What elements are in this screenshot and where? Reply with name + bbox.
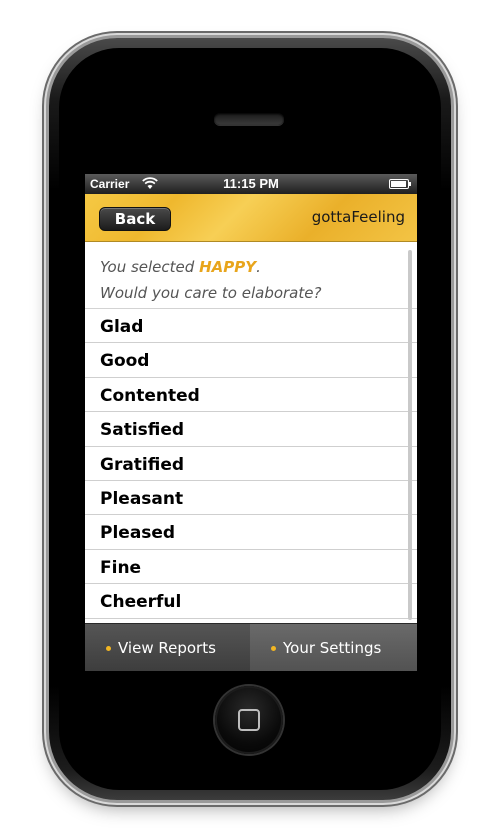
tab-view-reports[interactable]: View Reports — [85, 624, 250, 671]
app-title: gottaFeeling — [311, 208, 405, 226]
list-item-gratified[interactable]: Gratified — [85, 447, 417, 481]
feeling-label: Glad — [100, 317, 144, 337]
feeling-label: Good — [100, 351, 150, 372]
list-item-cheerful[interactable]: Cheerful — [85, 584, 417, 619]
feeling-label: Cheerful — [100, 592, 182, 613]
bullet-dot-icon — [106, 646, 111, 651]
feeling-label: Satisfied — [100, 420, 185, 441]
bullet-dot-icon — [271, 646, 276, 651]
feeling-label: Pleased — [100, 523, 176, 544]
list-item-fine[interactable]: Fine — [85, 550, 417, 585]
feeling-label: Contented — [100, 385, 200, 406]
tab-bar: View Reports Your Settings — [85, 623, 417, 671]
back-button[interactable]: Back — [99, 207, 171, 231]
navigation-bar: Back gottaFeeling — [85, 194, 417, 242]
list-item-good[interactable]: Good — [85, 343, 417, 378]
selected-emotion-line: You selected HAPPY. — [100, 258, 261, 276]
tab-your-settings[interactable]: Your Settings — [250, 624, 417, 671]
app-screen: Carrier 11:15 PM Back gottaFeeling You s… — [85, 174, 417, 671]
status-bar: Carrier 11:15 PM — [85, 174, 417, 194]
feelings-list: Glad Good Contented Satisfied Gratified … — [85, 309, 417, 619]
status-time: 11:15 PM — [223, 176, 279, 191]
earpiece-speaker — [214, 113, 284, 125]
tab-label: Your Settings — [283, 639, 382, 657]
home-button[interactable] — [215, 686, 283, 754]
elaborate-question: Would you care to elaborate? — [100, 284, 322, 302]
device-mockup: Carrier 11:15 PM Back gottaFeeling You s… — [0, 0, 500, 835]
list-item-pleasant[interactable]: Pleasant — [85, 481, 417, 516]
prompt-suffix: . — [256, 258, 261, 276]
feeling-label: Fine — [100, 557, 142, 578]
feeling-label: Gratified — [100, 454, 185, 475]
battery-icon — [389, 179, 411, 189]
prompt-prefix: You selected — [100, 258, 200, 276]
list-item-contented[interactable]: Contented — [85, 378, 417, 413]
selection-prompt: You selected HAPPY. Would you care to el… — [85, 242, 417, 309]
list-item-satisfied[interactable]: Satisfied — [85, 412, 417, 447]
home-button-icon — [238, 709, 260, 731]
list-item-glad[interactable]: Glad — [85, 309, 417, 344]
list-scrollbar[interactable] — [408, 250, 412, 620]
list-item-pleased[interactable]: Pleased — [85, 515, 417, 550]
feeling-label: Pleasant — [100, 488, 184, 509]
selected-emotion: HAPPY — [199, 258, 257, 276]
tab-label: View Reports — [118, 639, 216, 657]
